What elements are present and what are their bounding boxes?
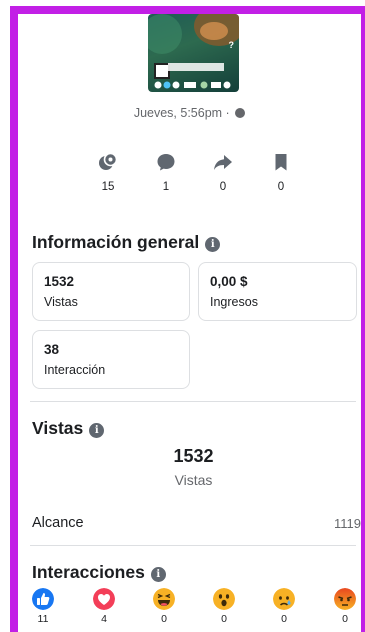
reach-label: Alcance xyxy=(32,515,84,531)
angry-count: 0 xyxy=(342,613,348,625)
section-divider xyxy=(30,401,356,402)
earnings-card[interactable]: 0,00 $ Ingresos xyxy=(198,262,357,321)
like-count: 11 xyxy=(37,613,49,625)
reaction-wow[interactable]: 0 xyxy=(209,588,239,625)
post-insights-panel: ? Jueves, 5:56pm · 15 1 0 0 Información … xyxy=(18,14,361,632)
like-icon xyxy=(32,588,54,610)
views-card[interactable]: 1532 Vistas xyxy=(32,262,190,321)
angry-icon xyxy=(334,588,356,610)
views-title: Vistas xyxy=(32,418,84,438)
earnings-card-label: Ingresos xyxy=(210,295,258,309)
comment-icon xyxy=(157,154,175,171)
views-heading: Vistas i xyxy=(32,418,105,439)
sad-count: 0 xyxy=(281,613,287,625)
reactions-icon xyxy=(99,152,118,170)
post-action-stats: 15 1 0 0 xyxy=(18,152,361,202)
share-icon xyxy=(214,155,232,170)
interactions-heading: Interacciones i xyxy=(32,562,166,583)
reaction-haha[interactable]: 0 xyxy=(149,588,179,625)
sad-icon xyxy=(273,588,295,610)
info-icon[interactable]: i xyxy=(89,423,105,438)
haha-count: 0 xyxy=(161,613,167,625)
reaction-love[interactable]: 4 xyxy=(89,588,119,625)
views-total-label: Vistas xyxy=(174,472,213,488)
bookmark-icon xyxy=(275,154,287,171)
highlight-frame-right xyxy=(361,6,365,632)
shares-count: 0 xyxy=(219,181,227,193)
globe-icon xyxy=(235,108,246,118)
partner-logos xyxy=(154,81,231,89)
love-icon xyxy=(93,588,115,610)
love-count: 4 xyxy=(101,613,107,625)
comments-stat[interactable]: 1 xyxy=(146,152,186,200)
reactions-count: 15 xyxy=(101,181,115,193)
earnings-card-value: 0,00 $ xyxy=(210,274,248,289)
views-card-value: 1532 xyxy=(44,274,75,289)
saves-count: 0 xyxy=(277,181,285,193)
reaction-sad[interactable]: 0 xyxy=(269,588,299,625)
post-thumbnail[interactable]: ? xyxy=(148,14,239,92)
shares-stat[interactable]: 0 xyxy=(203,152,243,200)
interactions-title: Interacciones xyxy=(32,562,145,582)
post-date: Jueves, 5:56pm · xyxy=(18,106,361,120)
saves-stat[interactable]: 0 xyxy=(261,152,301,200)
info-icon[interactable]: i xyxy=(150,567,166,582)
reach-value: 1119 xyxy=(334,516,361,531)
section-divider xyxy=(30,545,356,546)
highlight-frame-top xyxy=(10,6,365,14)
wow-count: 0 xyxy=(221,613,227,625)
interaction-card-value: 38 xyxy=(44,342,60,357)
haha-icon xyxy=(153,588,175,610)
interaction-card[interactable]: 38 Interacción xyxy=(32,330,190,389)
interaction-card-label: Interacción xyxy=(44,363,106,377)
reaction-like[interactable]: 11 xyxy=(28,588,58,625)
reactions-stat[interactable]: 15 xyxy=(88,152,128,200)
views-total: 1532 xyxy=(173,446,214,466)
reaction-angry[interactable]: 0 xyxy=(330,588,360,625)
wow-icon xyxy=(213,588,235,610)
comments-count: 1 xyxy=(162,181,170,193)
reactions-row: 11 4 0 0 0 0 xyxy=(18,588,361,632)
info-icon[interactable]: i xyxy=(205,237,221,252)
overview-title: Información general xyxy=(32,232,200,252)
views-card-label: Vistas xyxy=(44,295,78,309)
post-date-text: Jueves, 5:56pm · xyxy=(133,106,230,120)
highlight-frame-left xyxy=(10,6,18,632)
overview-heading: Información general i xyxy=(32,232,221,253)
